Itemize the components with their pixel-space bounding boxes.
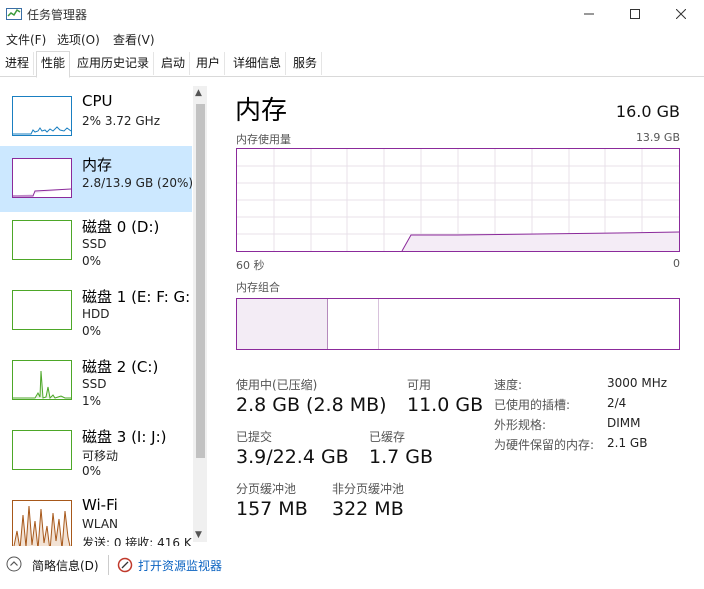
axis-left-label: 60 秒 [236,259,265,272]
menu-view[interactable]: 查看(V) [113,31,155,48]
sidebar-item-title: Wi-Fi [82,496,118,514]
minimize-button[interactable] [566,0,612,28]
footer-bar: 简略信息(D) 打开资源监视器 [0,550,704,589]
form-factor-label: 外形规格: [494,418,547,432]
nonpaged-pool-value: 322 MB [332,498,404,520]
scroll-up-icon[interactable]: ▲ [195,88,202,98]
form-factor-value: DIMM [607,416,641,430]
sidebar-item-throughput: 发送: 0 接收: 416 K [82,536,192,546]
cpu-thumbnail-graph [12,96,72,136]
nonpaged-pool-label: 非分页缓冲池 [332,482,405,496]
sidebar-item-subtitle: WLAN [82,517,119,531]
minimize-icon [584,13,594,15]
tab-users[interactable]: 用户 [192,52,226,75]
committed-label: 已提交 [236,430,273,444]
wifi-thumbnail-graph [12,500,72,546]
disk-thumbnail-graph [12,290,72,330]
memory-usage-graph [236,148,680,252]
in-use-value: 2.8 GB (2.8 MB) [236,394,387,416]
sidebar-item-title: 磁盘 3 (I: J:) [82,428,167,446]
tab-performance[interactable]: 性能 [36,51,71,78]
menu-file[interactable]: 文件(F) [6,31,46,48]
sidebar-item-disk-2[interactable]: 磁盘 2 (C:) SSD 1% [0,348,192,414]
sidebar-item-title: 磁盘 2 (C:) [82,358,159,376]
sidebar-item-usage: 1% [82,394,102,408]
collapse-chevron-icon[interactable] [6,556,22,572]
fewer-details-button[interactable]: 简略信息(D) [32,557,99,574]
menu-options[interactable]: 选项(O) [57,31,100,48]
composition-standby [328,299,379,349]
menu-bar: 文件(F) 选项(O) 查看(V) [0,28,704,50]
memory-detail-panel: 内存 16.0 GB 内存使用量 13.9 GB 60 秒 0 内存组合 使用中… [222,84,692,544]
hardware-reserved-label: 为硬件保留的内存: [494,438,595,452]
sidebar-item-subtitle: 可移动 [82,449,119,463]
sidebar-item-usage: 0% [82,464,102,478]
slots-label: 已使用的插槽: [494,398,571,412]
available-label: 可用 [407,378,432,392]
sidebar-item-usage: 0% [82,254,102,268]
tab-processes[interactable]: 进程 [1,52,35,75]
sidebar-item-title: CPU [82,92,113,110]
paged-pool-label: 分页缓冲池 [236,482,297,496]
title-bar: 任务管理器 [0,0,704,28]
tab-strip: 进程 性能 应用历史记录 启动 用户 详细信息 服务 [0,51,704,78]
task-manager-icon [6,6,22,22]
sidebar-item-usage: 0% [82,324,102,338]
speed-value: 3000 MHz [607,376,668,390]
usage-graph-label: 内存使用量 [236,133,291,146]
sidebar-item-disk-3[interactable]: 磁盘 3 (I: J:) 可移动 0% [0,418,192,484]
composition-label: 内存组合 [236,281,280,294]
resource-sidebar: CPU 2% 3.72 GHz 内存 2.8/13.9 GB (20%) 磁盘 … [0,84,210,546]
maximize-button[interactable] [612,0,658,28]
composition-in-use [237,299,328,349]
hardware-reserved-value: 2.1 GB [607,436,648,450]
sidebar-item-subtitle: HDD [82,307,110,321]
sidebar-item-disk-1[interactable]: 磁盘 1 (E: F: G: HDD 0% [0,278,192,344]
sidebar-item-subtitle: SSD [82,377,107,391]
sidebar-item-disk-0[interactable]: 磁盘 0 (D:) SSD 0% [0,208,192,274]
close-button[interactable] [658,0,704,28]
sidebar-item-subtitle: 2.8/13.9 GB (20%) [82,176,194,190]
page-title: 内存 [235,96,288,126]
sidebar-item-subtitle: 2% 3.72 GHz [82,114,161,128]
memory-thumbnail-graph [12,158,72,198]
footer-divider [108,555,109,575]
in-use-label: 使用中(已压缩) [236,378,318,392]
speed-label: 速度: [494,378,523,392]
cached-value: 1.7 GB [369,446,434,468]
total-memory: 16.0 GB [615,102,680,121]
committed-value: 3.9/22.4 GB [236,446,349,468]
disk-thumbnail-graph [12,220,72,260]
sidebar-item-cpu[interactable]: CPU 2% 3.72 GHz [0,84,192,150]
scroll-down-icon[interactable]: ▼ [195,530,202,540]
available-value: 11.0 GB [407,394,484,416]
sidebar-item-title: 内存 [82,156,113,174]
usage-graph-max: 13.9 GB [635,131,680,144]
tab-services[interactable]: 服务 [289,52,323,75]
sidebar-item-memory[interactable]: 内存 2.8/13.9 GB (20%) [0,146,194,212]
cached-label: 已缓存 [369,430,406,444]
close-icon [676,9,686,19]
tab-app-history[interactable]: 应用历史记录 [73,52,155,75]
sidebar-item-subtitle: SSD [82,237,107,251]
sidebar-item-wifi[interactable]: Wi-Fi WLAN 发送: 0 接收: 416 K [0,488,192,546]
open-resource-monitor-link[interactable]: 打开资源监视器 [138,557,222,574]
sidebar-scroll-thumb[interactable] [196,104,205,458]
axis-right-label: 0 [673,257,680,270]
paged-pool-value: 157 MB [236,498,308,520]
sidebar-item-title: 磁盘 0 (D:) [82,218,160,236]
disk-thumbnail-graph [12,360,72,400]
tab-startup[interactable]: 启动 [157,52,191,75]
sidebar-item-title: 磁盘 1 (E: F: G: [82,288,191,306]
window-title: 任务管理器 [27,8,88,22]
memory-composition-bar [236,298,680,350]
maximize-icon [630,9,640,19]
slots-value: 2/4 [607,396,627,410]
tab-details[interactable]: 详细信息 [229,52,287,75]
disk-thumbnail-graph [12,430,72,470]
resource-monitor-icon[interactable] [117,557,133,573]
